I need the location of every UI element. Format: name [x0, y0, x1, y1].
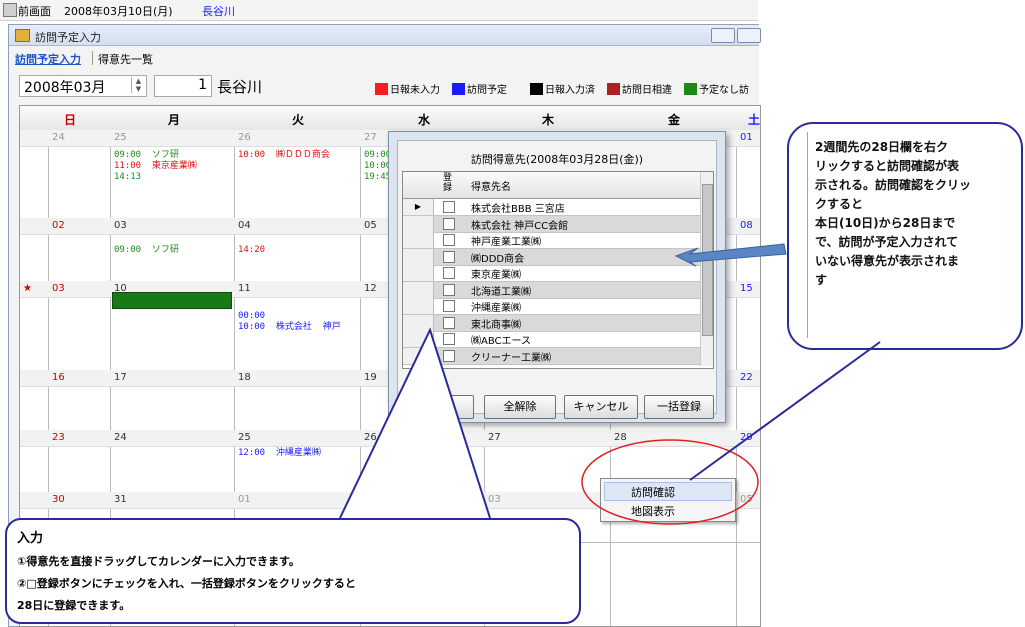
- bubble-pointer: [339, 327, 491, 519]
- highlight-ellipse: [581, 439, 759, 525]
- callout-pointer: [689, 341, 881, 481]
- annotation-overlay: [339, 243, 881, 525]
- arrow-icon: [674, 243, 787, 267]
